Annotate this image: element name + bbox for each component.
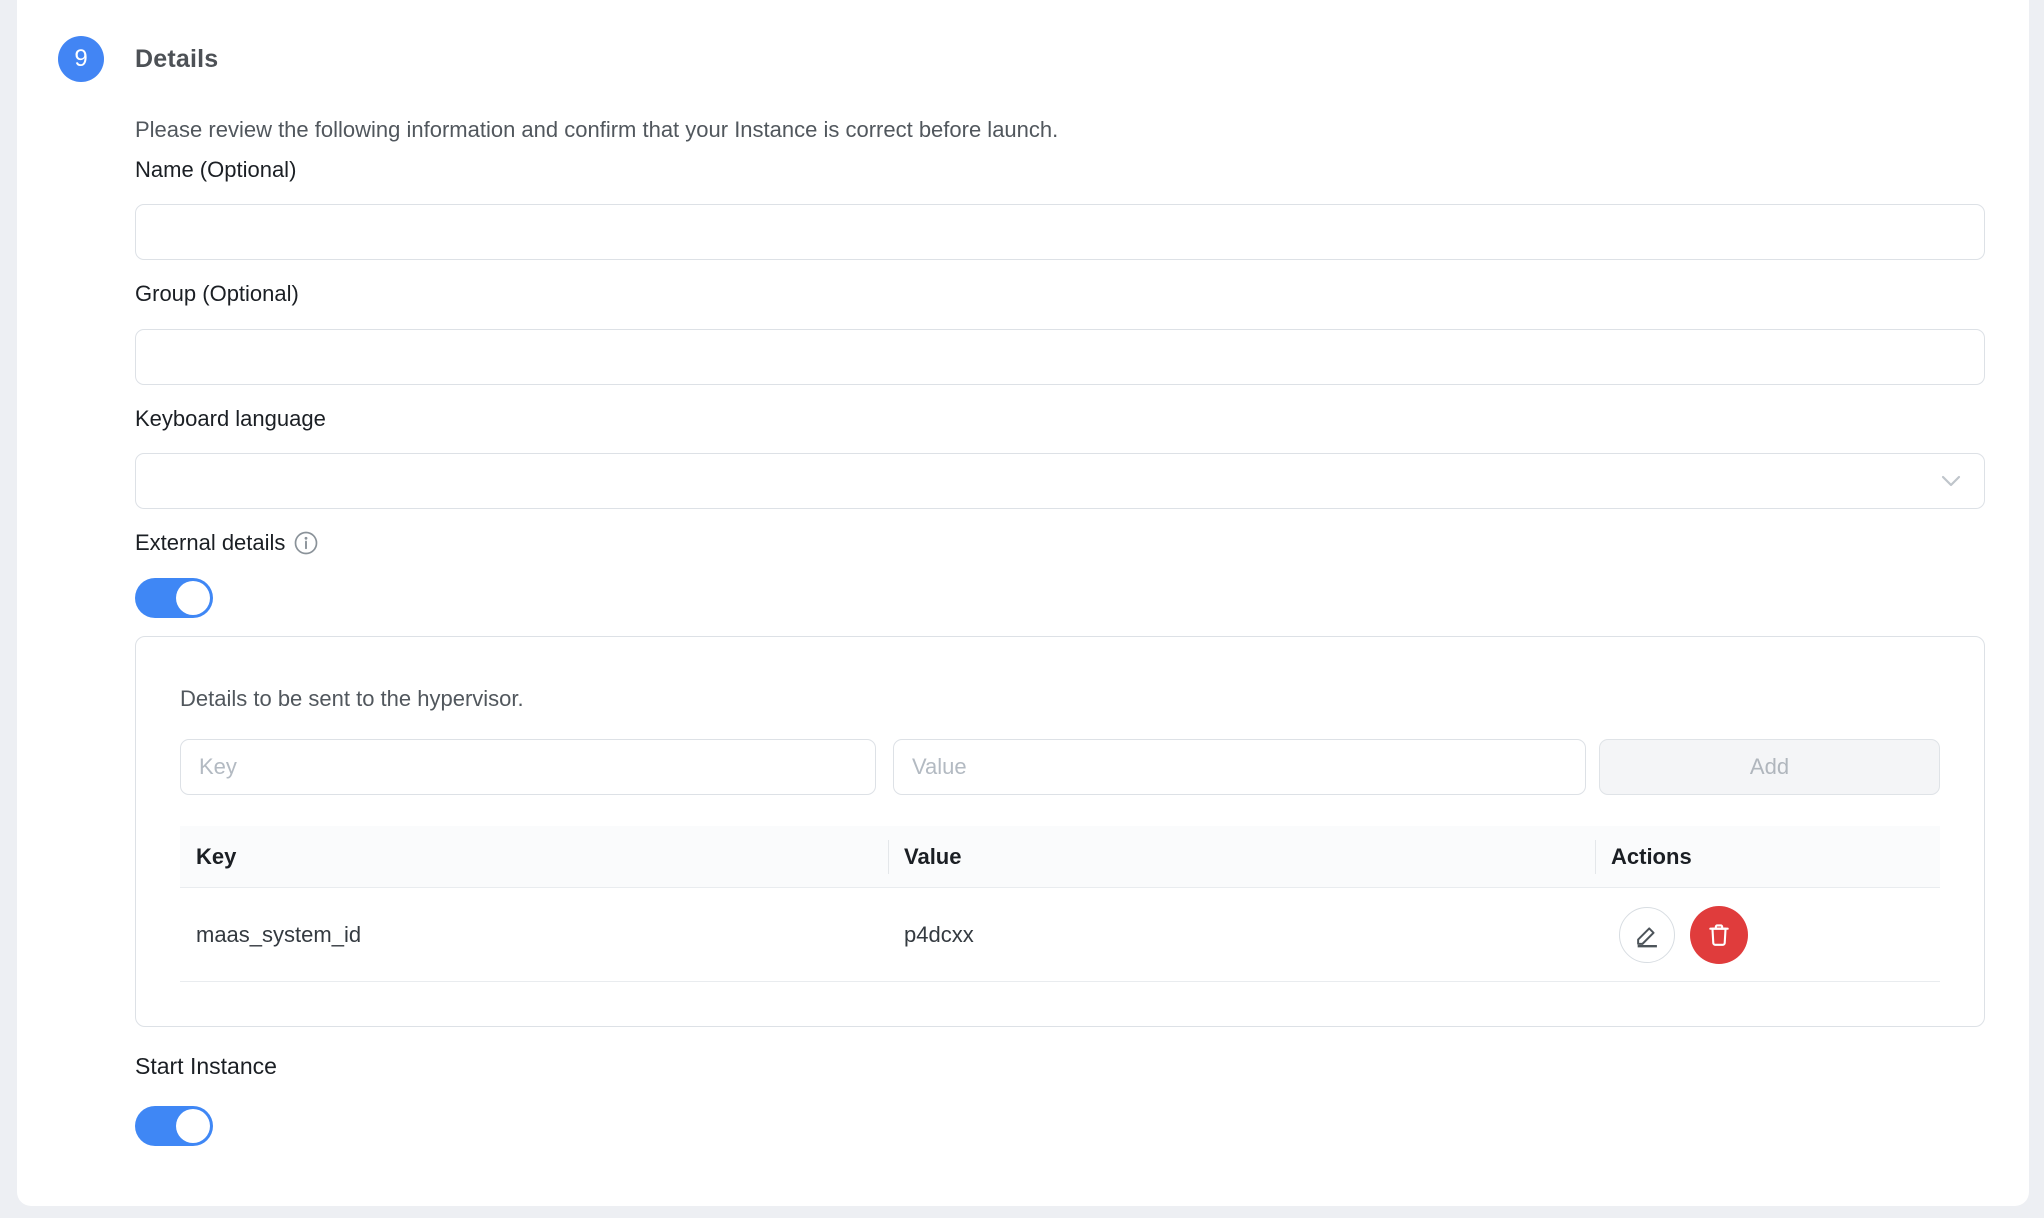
details-step-content: 9 Details Please review the following in…: [135, 24, 1985, 1146]
value-input[interactable]: [893, 739, 1586, 795]
external-details-label: External details: [135, 529, 285, 557]
page-title: Details: [135, 36, 1985, 82]
chevron-down-icon: [1936, 466, 1966, 496]
step-header: 9 Details: [135, 36, 1985, 82]
add-button[interactable]: Add: [1599, 739, 1940, 795]
group-input[interactable]: [135, 329, 1985, 385]
step-number-badge: 9: [58, 36, 104, 82]
name-input[interactable]: [135, 204, 1985, 260]
intro-text: Please review the following information …: [135, 116, 1985, 144]
row-actions-cell: [1595, 906, 1940, 964]
delete-button[interactable]: [1690, 906, 1748, 964]
row-key-cell: maas_system_id: [180, 922, 888, 948]
trash-icon: [1705, 921, 1733, 949]
keyboard-language-label: Keyboard language: [135, 405, 1985, 433]
row-value-cell: p4dcxx: [888, 922, 1595, 948]
external-details-panel: Details to be sent to the hypervisor. Ad…: [135, 636, 1985, 1027]
table-header-row: Key Value Actions: [180, 826, 1940, 888]
external-details-toggle[interactable]: [135, 578, 213, 618]
info-circle-icon[interactable]: [292, 529, 320, 557]
panel-description: Details to be sent to the hypervisor.: [180, 685, 1940, 713]
toggle-knob: [176, 1109, 210, 1143]
key-value-table: Key Value Actions maas_system_id p4dcxx: [180, 826, 1940, 982]
start-instance-label: Start Instance: [135, 1052, 1985, 1080]
toggle-knob: [176, 581, 210, 615]
column-separator: [1595, 840, 1596, 874]
key-input[interactable]: [180, 739, 876, 795]
column-separator: [888, 840, 889, 874]
name-label: Name (Optional): [135, 156, 1985, 184]
external-details-row: External details: [135, 529, 1985, 557]
edit-button[interactable]: [1619, 907, 1675, 963]
step-number: 9: [74, 45, 87, 73]
start-instance-toggle[interactable]: [135, 1106, 213, 1146]
table-header-value: Value: [888, 826, 1595, 887]
table-row: maas_system_id p4dcxx: [180, 888, 1940, 982]
table-header-actions-label: Actions: [1611, 844, 1692, 870]
table-header-actions: Actions: [1595, 826, 1940, 887]
table-header-value-label: Value: [904, 844, 961, 870]
keyboard-language-select[interactable]: [135, 453, 1985, 509]
table-header-key: Key: [180, 826, 888, 887]
edit-pencil-icon: [1633, 921, 1661, 949]
key-value-entry-row: Add: [180, 739, 1940, 795]
group-label: Group (Optional): [135, 280, 1985, 308]
